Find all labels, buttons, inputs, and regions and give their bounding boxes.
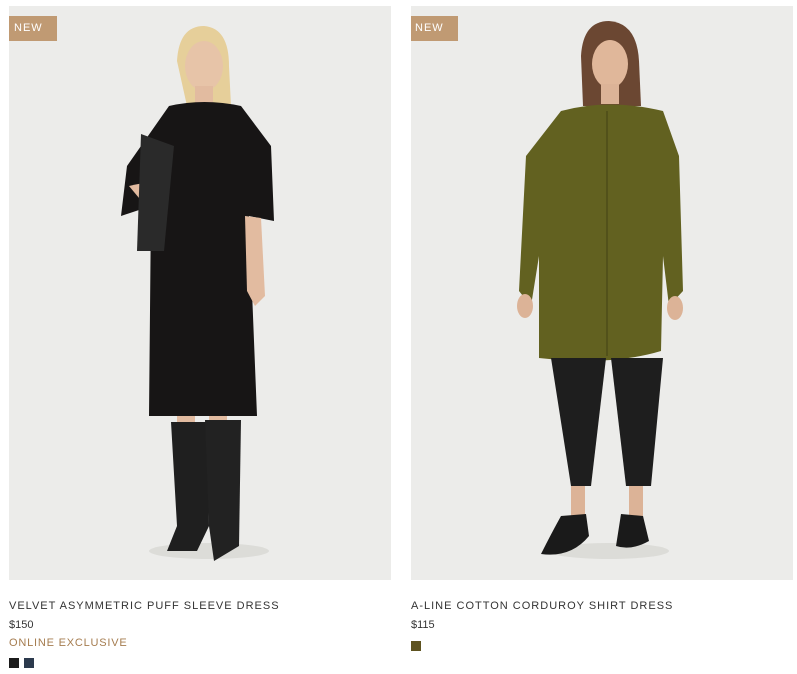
product-card-corduroy-dress: NEW A-LINE COTTON CORDUROY SHIRT DRESS $… [411,6,793,651]
new-badge: NEW [9,16,57,41]
product-image-corduroy-dress[interactable]: NEW [411,6,793,580]
color-swatch-navy[interactable] [24,658,34,668]
product-name[interactable]: A-LINE COTTON CORDUROY SHIRT DRESS [411,600,673,612]
product-price: $150 [9,619,34,631]
color-swatches [9,658,34,668]
product-card-velvet-dress: NEW VELVET ASYMMETRIC PUFF SLEEVE DRESS … [9,6,391,668]
new-badge: NEW [411,16,458,41]
product-price: $115 [411,619,435,631]
product-image-velvet-dress[interactable]: NEW [9,6,391,580]
online-exclusive-label: ONLINE EXCLUSIVE [9,637,128,649]
color-swatch-olive[interactable] [411,641,421,651]
color-swatches [411,641,421,651]
model-photo [9,6,391,580]
color-swatch-black[interactable] [9,658,19,668]
product-name[interactable]: VELVET ASYMMETRIC PUFF SLEEVE DRESS [9,600,280,612]
model-photo [411,6,793,580]
